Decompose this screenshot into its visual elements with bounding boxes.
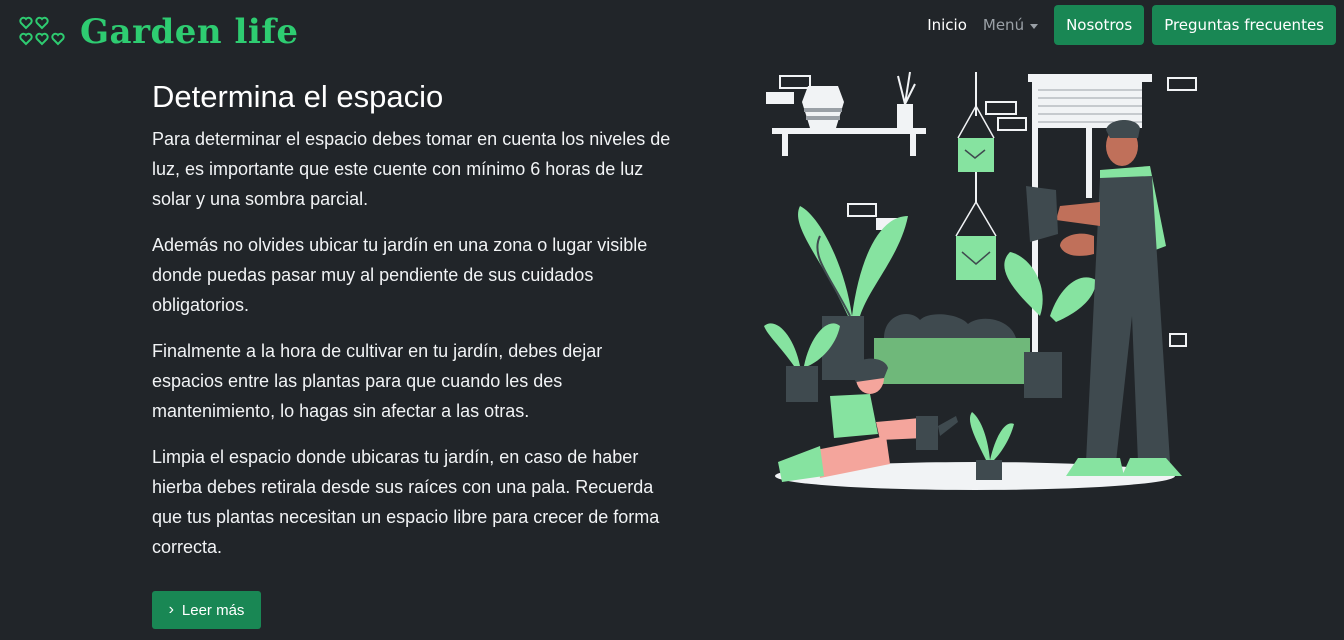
brand-name: Garden life xyxy=(80,12,299,52)
hearts-logo-icon xyxy=(19,16,65,46)
chevron-right-icon: › xyxy=(168,601,174,618)
faq-button[interactable]: Preguntas frecuentes xyxy=(1152,5,1336,45)
nav-menu-label: Menú xyxy=(982,16,1025,34)
article-paragraph: Para determinar el espacio debes tomar e… xyxy=(152,129,671,209)
article-paragraph: Limpia el espacio donde ubicaras tu jard… xyxy=(152,447,660,557)
navbar: Garden life Inicio Menú Nosotros Pregunt… xyxy=(0,0,1344,56)
about-button[interactable]: Nosotros xyxy=(1054,5,1145,45)
read-more-button[interactable]: › Leer más xyxy=(152,591,261,629)
nav-menu-dropdown[interactable]: Menú xyxy=(975,5,1046,45)
article-title: Determina el espacio xyxy=(152,79,444,114)
article-paragraph: Finalmente a la hora de cultivar en tu j… xyxy=(152,341,603,421)
article-paragraph: Además no olvides ubicar tu jardín en un… xyxy=(152,235,648,315)
caret-down-icon xyxy=(1030,23,1039,29)
brand[interactable]: Garden life xyxy=(18,10,299,54)
article: Determina el espacio Para determinar el … xyxy=(152,78,672,578)
nav-menu: Inicio Menú Nosotros Preguntas frecuente… xyxy=(919,5,1336,45)
gardening-illustration xyxy=(764,71,1197,490)
nav-home-link[interactable]: Inicio xyxy=(919,5,975,45)
read-more-label: Leer más xyxy=(181,601,245,619)
